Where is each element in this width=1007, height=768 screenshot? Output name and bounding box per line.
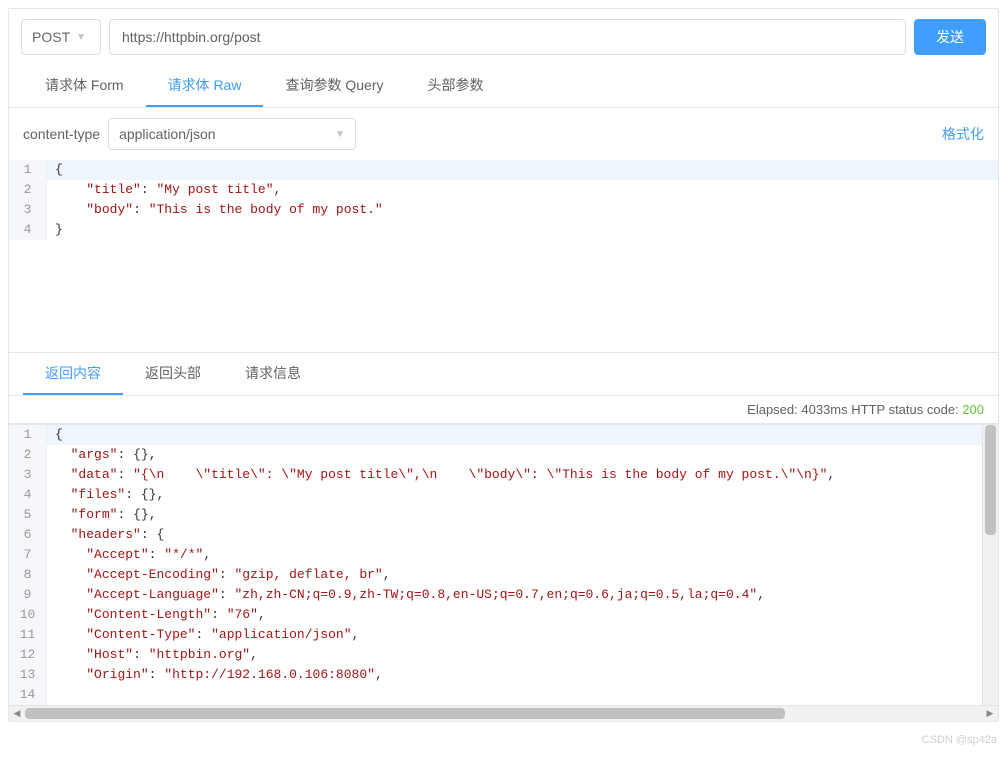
request-tabs: 请求体 Form 请求体 Raw 查询参数 Query 头部参数 [9,65,998,108]
scrollbar-thumb[interactable] [985,425,996,535]
http-method-select[interactable]: POST ▼ [21,19,101,55]
elapsed-label: Elapsed: [747,402,798,417]
tab-request-query[interactable]: 查询参数 Query [263,65,405,107]
editor-blank-area[interactable] [9,240,998,352]
vertical-scrollbar[interactable] [982,425,998,705]
scrollbar-track[interactable] [25,706,982,721]
scroll-right-icon[interactable]: ▶ [982,706,998,722]
request-line: POST ▼ 发送 [9,9,998,65]
url-input[interactable] [109,19,906,55]
tab-response-headers[interactable]: 返回头部 [123,353,223,395]
response-code-lines[interactable]: { "args": {}, "data": "{\n \"title\": \"… [47,425,982,705]
watermark: CSDN @sp42a [922,734,997,746]
http-method-value: POST [32,29,70,45]
content-type-select[interactable]: application/json ▼ [108,118,356,150]
scrollbar-thumb[interactable] [25,708,785,719]
tab-response-content[interactable]: 返回内容 [23,353,123,395]
tab-response-request-info[interactable]: 请求信息 [223,353,323,395]
status-code-label: HTTP status code: [851,402,958,417]
status-code-value: 200 [962,402,984,417]
status-line: Elapsed: 4033ms HTTP status code: 200 [9,396,998,424]
http-client-panel: POST ▼ 发送 请求体 Form 请求体 Raw 查询参数 Query 头部… [8,8,999,722]
elapsed-value: 4033ms [801,402,847,417]
request-body-editor[interactable]: 1234 { "title": "My post title", "body":… [9,160,998,240]
tab-request-headers[interactable]: 头部参数 [405,65,505,107]
content-type-row: content-type application/json ▼ 格式化 [9,108,998,160]
tab-request-raw[interactable]: 请求体 Raw [146,65,264,107]
response-tabs: 返回内容 返回头部 请求信息 [9,352,998,396]
send-button[interactable]: 发送 [914,19,986,55]
request-gutter: 1234 [9,160,47,240]
horizontal-scrollbar[interactable]: ◀ ▶ [9,705,998,721]
content-type-value: application/json [119,126,216,142]
request-code-lines[interactable]: { "title": "My post title", "body": "Thi… [47,160,998,240]
scroll-left-icon[interactable]: ◀ [9,706,25,722]
response-gutter: 1234567891011121314 [9,425,47,705]
format-link[interactable]: 格式化 [942,124,984,144]
tab-request-form[interactable]: 请求体 Form [23,65,146,107]
chevron-down-icon: ▼ [76,32,86,43]
chevron-down-icon: ▼ [335,129,345,140]
content-type-label: content-type [23,126,100,142]
response-body-viewer: 1234567891011121314 { "args": {}, "data"… [9,424,998,721]
